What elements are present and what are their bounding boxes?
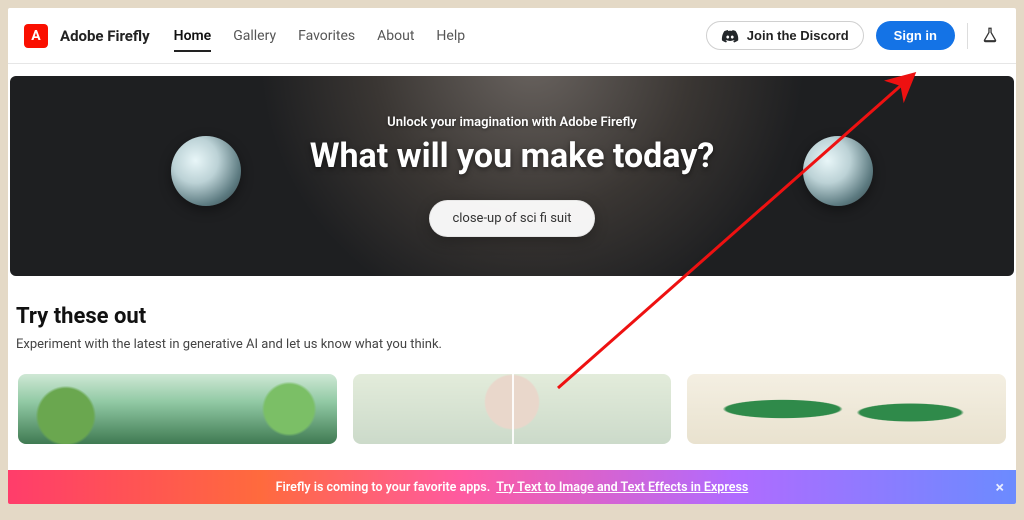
labs-flask-icon[interactable] — [980, 26, 1000, 46]
top-header: A Adobe Firefly Home Gallery Favorites A… — [8, 8, 1016, 64]
nav-about[interactable]: About — [377, 10, 414, 62]
feature-card-jungle[interactable] — [18, 374, 337, 444]
discord-label: Join the Discord — [747, 28, 849, 43]
feature-cards-row — [16, 374, 1008, 444]
nav-favorites[interactable]: Favorites — [298, 10, 355, 62]
sign-in-button[interactable]: Sign in — [876, 21, 955, 50]
discord-icon — [721, 29, 739, 43]
promo-banner: Firefly is coming to your favorite apps.… — [8, 470, 1016, 504]
try-subtext: Experiment with the latest in generative… — [16, 337, 1008, 352]
page-root: A Adobe Firefly Home Gallery Favorites A… — [8, 8, 1016, 504]
hero-prompt-pill[interactable]: close-up of sci fi suit — [429, 200, 594, 237]
banner-close-icon[interactable]: × — [996, 478, 1005, 497]
adobe-logo-icon: A — [24, 24, 48, 48]
nav-help[interactable]: Help — [436, 10, 465, 62]
try-heading: Try these out — [16, 304, 1008, 329]
banner-lead: Firefly is coming to your favorite apps. — [276, 480, 491, 495]
hero-title: What will you make today? — [310, 136, 715, 176]
primary-nav: Home Gallery Favorites About Help — [174, 10, 465, 62]
try-section: Try these out Experiment with the latest… — [8, 276, 1016, 444]
nav-gallery[interactable]: Gallery — [233, 10, 276, 62]
hero-banner: Unlock your imagination with Adobe Firef… — [10, 76, 1014, 276]
join-discord-button[interactable]: Join the Discord — [706, 21, 864, 50]
feature-card-leaves[interactable] — [687, 374, 1006, 444]
banner-link[interactable]: Try Text to Image and Text Effects in Ex… — [496, 480, 748, 495]
feature-card-portrait-fill[interactable] — [353, 374, 672, 444]
header-divider — [967, 23, 968, 49]
nav-home[interactable]: Home — [174, 10, 212, 62]
brand-name: Adobe Firefly — [60, 27, 150, 45]
hero-subtitle: Unlock your imagination with Adobe Firef… — [387, 115, 637, 130]
